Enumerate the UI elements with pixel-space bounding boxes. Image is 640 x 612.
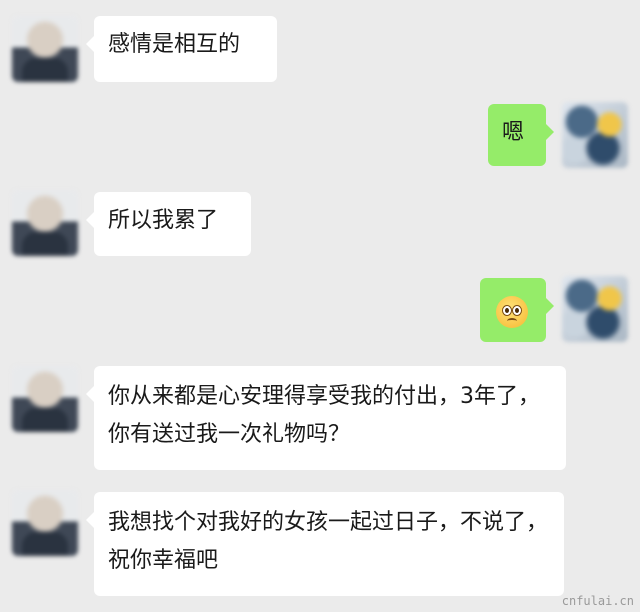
message-text: 所以我累了 xyxy=(108,208,219,233)
outgoing-message-bubble[interactable]: 嗯 xyxy=(488,104,554,166)
incoming-message-bubble[interactable]: 感情是相互的 xyxy=(86,16,277,82)
incoming-message-bubble[interactable]: 所以我累了 xyxy=(86,192,251,256)
outgoing-message-bubble[interactable] xyxy=(480,278,554,342)
message-text: 嗯 xyxy=(502,120,525,145)
worried-face-emoji xyxy=(496,296,528,328)
contact-avatar[interactable] xyxy=(12,490,78,556)
message-text: 感情是相互的 xyxy=(108,32,241,57)
incoming-message-bubble[interactable]: 我想找个对我好的女孩一起过日子，不说了，祝你幸福吧 xyxy=(86,492,564,596)
incoming-message-bubble[interactable]: 你从来都是心安理得享受我的付出，3年了，你有送过我一次礼物吗？ xyxy=(86,366,566,470)
contact-avatar[interactable] xyxy=(12,190,78,256)
message-text: 我想找个对我好的女孩一起过日子，不说了，祝你幸福吧 xyxy=(108,510,549,573)
message-text: 你从来都是心安理得享受我的付出，3年了，你有送过我一次礼物吗？ xyxy=(108,384,540,447)
watermark: cnfulai.cn xyxy=(561,594,634,608)
user-avatar[interactable] xyxy=(562,102,628,168)
contact-avatar[interactable] xyxy=(12,16,78,82)
contact-avatar[interactable] xyxy=(12,366,78,432)
user-avatar[interactable] xyxy=(562,276,628,342)
